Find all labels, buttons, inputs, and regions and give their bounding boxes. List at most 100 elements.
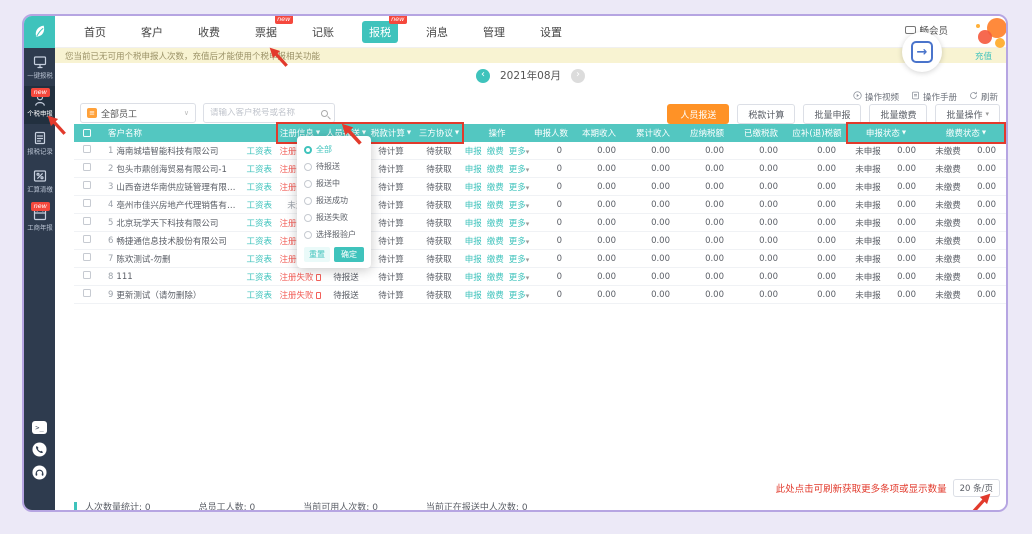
op-link-缴费[interactable]: 缴费 (487, 271, 504, 283)
op-link-缴费[interactable]: 缴费 (487, 217, 504, 229)
filter-reset-button[interactable]: 重置 (304, 247, 330, 262)
button-税款计算[interactable]: 税款计算 (737, 104, 795, 124)
filter-option-选择报验户[interactable]: 选择报验户 (304, 226, 364, 243)
nav-item-记账[interactable]: 记账 (305, 21, 341, 43)
op-link-更多[interactable]: 更多▾ (509, 163, 530, 175)
filter-icon[interactable]: ▼ (982, 130, 986, 136)
op-link-申报[interactable]: 申报 (465, 289, 482, 301)
filter-icon[interactable]: ▼ (902, 130, 906, 136)
table-header: 客户名称注册信息▼人员报送▼税款计算▼三方协议▼操作申报人数本期收入累计收入应纳… (74, 124, 1006, 142)
quicklink-刷新[interactable]: 刷新 (969, 91, 998, 103)
op-link-更多[interactable]: 更多▾ (509, 289, 530, 301)
op-link-更多[interactable]: 更多▾ (509, 199, 530, 211)
row-checkbox[interactable] (83, 235, 91, 243)
op-link-申报[interactable]: 申报 (465, 235, 482, 247)
exit-icon[interactable]: → (902, 32, 942, 72)
employee-filter-dropdown[interactable]: ≡ 全部员工 ∨ (80, 103, 196, 123)
op-link-更多[interactable]: 更多▾ (509, 145, 530, 157)
payroll-link[interactable]: 工资表 (246, 217, 276, 229)
op-link-缴费[interactable]: 缴费 (487, 289, 504, 301)
button-批量操作[interactable]: 批量操作▾ (935, 104, 1000, 124)
search-icon[interactable] (321, 110, 328, 117)
nav-item-收费[interactable]: 收费 (191, 21, 227, 43)
phone-icon[interactable] (32, 442, 47, 457)
nav-item-设置[interactable]: 设置 (533, 21, 569, 43)
report-status-cell: 未申报 (846, 163, 890, 175)
row-checkbox[interactable] (83, 145, 91, 153)
sidebar-item-汇算清缴[interactable]: 汇算清缴 (24, 162, 55, 200)
filter-option-报送失败[interactable]: 报送失败 (304, 209, 364, 226)
nav-item-label: 首页 (84, 26, 106, 39)
annotation-arrow-staff-filter (340, 122, 364, 146)
nav-item-票据[interactable]: 票据new (248, 21, 284, 43)
button-批量申报[interactable]: 批量申报 (803, 104, 861, 124)
row-checkbox[interactable] (83, 163, 91, 171)
document-icon[interactable] (316, 274, 321, 281)
staff-submit-button[interactable]: 人员报送 (667, 104, 729, 124)
nav-item-消息[interactable]: 消息 (419, 21, 455, 43)
op-link-更多[interactable]: 更多▾ (509, 253, 530, 265)
payroll-link[interactable]: 工资表 (246, 235, 276, 247)
period-prev-button[interactable]: ‹ (476, 69, 490, 83)
button-批量缴费[interactable]: 批量缴费 (869, 104, 927, 124)
payroll-link[interactable]: 工资表 (246, 271, 276, 283)
filter-option-报送中[interactable]: 报送中 (304, 175, 364, 192)
app-window: 首页客户收费票据new记账报税new消息管理设置 畅会员 一键报税new个税申报… (22, 14, 1008, 512)
period-label: 2021年08月 (500, 68, 561, 83)
nav-item-首页[interactable]: 首页 (77, 21, 113, 43)
op-link-更多[interactable]: 更多▾ (509, 271, 530, 283)
pay-amount-cell: 0.00 (970, 146, 1006, 156)
row-checkbox[interactable] (83, 253, 91, 261)
payroll-link[interactable]: 工资表 (246, 199, 276, 211)
sidebar-item-一键报税[interactable]: 一键报税 (24, 48, 55, 86)
op-link-缴费[interactable]: 缴费 (487, 145, 504, 157)
sidebar-item-工商年报[interactable]: new工商年报 (24, 200, 55, 238)
op-link-缴费[interactable]: 缴费 (487, 199, 504, 211)
quicklink-操作手册[interactable]: 操作手册 (911, 91, 957, 103)
op-link-申报[interactable]: 申报 (465, 271, 482, 283)
column-header-缴费状态: 缴费状态▼ (926, 124, 1006, 142)
op-link-申报[interactable]: 申报 (465, 217, 482, 229)
op-link-更多[interactable]: 更多▾ (509, 235, 530, 247)
quicklink-操作视频[interactable]: 操作视频 (853, 91, 899, 103)
payroll-link[interactable]: 工资表 (246, 163, 276, 175)
op-link-缴费[interactable]: 缴费 (487, 181, 504, 193)
op-link-申报[interactable]: 申报 (465, 163, 482, 175)
payroll-link[interactable]: 工资表 (246, 289, 276, 301)
filter-icon[interactable]: ▼ (407, 130, 411, 136)
op-link-申报[interactable]: 申报 (465, 181, 482, 193)
pay-amount-cell: 0.00 (970, 182, 1006, 192)
app-logo[interactable] (24, 16, 55, 48)
headset-icon[interactable] (32, 465, 47, 480)
filter-option-报送成功[interactable]: 报送成功 (304, 192, 364, 209)
op-link-缴费[interactable]: 缴费 (487, 253, 504, 265)
terminal-icon[interactable]: >_ (32, 421, 47, 434)
row-checkbox[interactable] (83, 289, 91, 297)
search-input[interactable] (210, 108, 321, 118)
filter-icon[interactable]: ▼ (455, 130, 459, 136)
op-link-申报[interactable]: 申报 (465, 199, 482, 211)
row-checkbox[interactable] (83, 181, 91, 189)
op-link-缴费[interactable]: 缴费 (487, 235, 504, 247)
row-checkbox[interactable] (83, 199, 91, 207)
op-link-申报[interactable]: 申报 (465, 253, 482, 265)
row-checkbox[interactable] (83, 271, 91, 279)
payroll-link[interactable]: 工资表 (246, 253, 276, 265)
nav-item-报税[interactable]: 报税new (362, 21, 398, 43)
op-link-更多[interactable]: 更多▾ (509, 217, 530, 229)
document-icon[interactable] (316, 292, 321, 299)
tax-due-cell: 0.00 (680, 236, 734, 246)
filter-confirm-button[interactable]: 确定 (334, 247, 364, 262)
period-next-button[interactable]: › (571, 69, 585, 83)
select-all-checkbox[interactable] (83, 129, 91, 137)
pagination: 此处点击可刷新获取更多条项或显示数量 20 条/页 (776, 479, 1000, 497)
op-link-缴费[interactable]: 缴费 (487, 163, 504, 175)
filter-option-待报送[interactable]: 待报送 (304, 158, 364, 175)
nav-item-客户[interactable]: 客户 (134, 21, 170, 43)
payroll-link[interactable]: 工资表 (246, 145, 276, 157)
row-checkbox[interactable] (83, 217, 91, 225)
op-link-申报[interactable]: 申报 (465, 145, 482, 157)
nav-item-管理[interactable]: 管理 (476, 21, 512, 43)
payroll-link[interactable]: 工资表 (246, 181, 276, 193)
op-link-更多[interactable]: 更多▾ (509, 181, 530, 193)
